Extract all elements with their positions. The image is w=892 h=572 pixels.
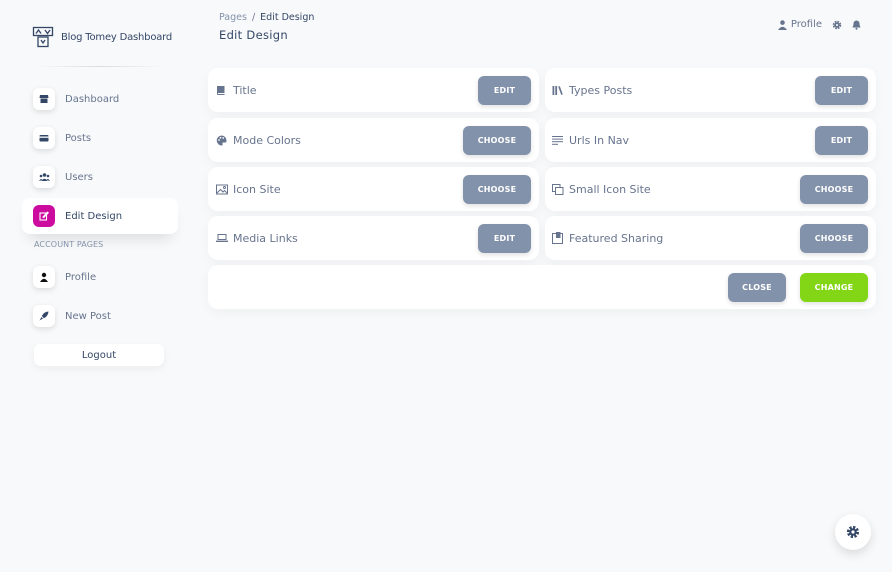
setting-label: Mode Colors	[216, 134, 301, 147]
sidebar-nav: Dashboard Posts Users Edit Design ACCOUN…	[22, 81, 178, 334]
setting-label-text: Icon Site	[233, 182, 281, 196]
page-title: Edit Design	[219, 28, 288, 42]
setting-card-small-icon-site: Small Icon Site CHOOSE	[545, 167, 876, 211]
sidebar-item-edit-design[interactable]: Edit Design	[22, 198, 178, 234]
setting-card-featured-sharing: Featured Sharing CHOOSE	[545, 216, 876, 260]
profile-link[interactable]: Profile	[777, 19, 822, 30]
sidebar-item-label: Edit Design	[65, 210, 123, 222]
setting-label: Title	[216, 84, 257, 97]
edit-media-links-button[interactable]: EDIT	[478, 223, 531, 253]
sidebar-item-new-post[interactable]: New Post	[22, 298, 178, 334]
setting-label-text: Title	[233, 83, 257, 97]
choose-mode-colors-button[interactable]: CHOOSE	[463, 125, 531, 155]
close-button[interactable]: CLOSE	[728, 272, 786, 302]
users-icon	[33, 166, 55, 188]
section-title: ACCOUNT PAGES	[34, 240, 104, 249]
edit-icon	[33, 205, 55, 227]
sidebar-item-dashboard[interactable]: Dashboard	[22, 81, 178, 117]
divider	[36, 66, 164, 67]
logout-button[interactable]: Logout	[34, 344, 164, 366]
setting-label-text: Mode Colors	[233, 133, 301, 147]
sidebar-item-label: Dashboard	[65, 93, 120, 105]
setting-card-types-posts: Types Posts EDIT	[545, 68, 876, 112]
sidebar-item-profile[interactable]: Profile	[22, 259, 178, 295]
breadcrumb-separator: /	[251, 12, 256, 23]
setting-label: Icon Site	[216, 183, 281, 196]
shop-icon	[33, 88, 55, 110]
setting-label-text: Urls In Nav	[569, 133, 630, 147]
gear-icon[interactable]	[832, 20, 842, 30]
share-board-icon	[552, 232, 566, 244]
copy-icon	[552, 183, 566, 195]
sidebar-item-label: Profile	[65, 271, 97, 283]
setting-label-text: Types Posts	[569, 83, 633, 97]
sidebar-item-label: Posts	[65, 132, 92, 144]
breadcrumb-current: Edit Design	[260, 12, 315, 23]
breadcrumb: Pages / Edit Design	[219, 12, 314, 23]
breadcrumb-root[interactable]: Pages	[219, 12, 247, 23]
setting-card-title: Title EDIT	[208, 68, 539, 112]
edit-types-posts-button[interactable]: EDIT	[815, 75, 868, 105]
setting-label-text: Media Links	[233, 231, 298, 245]
image-icon	[216, 184, 230, 195]
text-lines-icon	[552, 135, 566, 145]
user-icon	[777, 19, 787, 30]
choose-icon-site-button[interactable]: CHOOSE	[463, 174, 531, 204]
action-bar: CLOSE CHANGE	[208, 265, 876, 309]
setting-label: Small Icon Site	[552, 183, 651, 196]
change-button[interactable]: CHANGE	[800, 272, 868, 302]
top-nav-actions: Profile	[777, 19, 861, 30]
sidebar-item-users[interactable]: Users	[22, 159, 178, 195]
sidebar: Blog Tomey Dashboard Dashboard Posts Use…	[22, 14, 178, 366]
brand-name: Blog Tomey Dashboard	[61, 31, 173, 43]
credit-card-icon	[33, 127, 55, 149]
logo-icon	[32, 26, 54, 48]
edit-urls-in-nav-button[interactable]: EDIT	[815, 125, 868, 155]
setting-label: Urls In Nav	[552, 134, 629, 147]
edit-title-button[interactable]: EDIT	[478, 75, 531, 105]
setting-label-text: Featured Sharing	[569, 231, 664, 245]
laptop-icon	[216, 233, 230, 243]
gear-icon	[846, 525, 860, 539]
sidebar-item-label: New Post	[65, 310, 111, 322]
bell-icon[interactable]	[852, 20, 861, 30]
setting-label-text: Small Icon Site	[569, 182, 651, 196]
library-icon	[552, 85, 566, 96]
choose-featured-sharing-button[interactable]: CHOOSE	[800, 223, 868, 253]
choose-small-icon-site-button[interactable]: CHOOSE	[800, 174, 868, 204]
setting-label: Types Posts	[552, 84, 632, 97]
user-icon	[33, 266, 55, 288]
setting-card-urls-in-nav: Urls In Nav EDIT	[545, 118, 876, 162]
book-icon	[216, 85, 230, 96]
setting-card-icon-site: Icon Site CHOOSE	[208, 167, 539, 211]
setting-card-mode-colors: Mode Colors CHOOSE	[208, 118, 539, 162]
setting-label: Featured Sharing	[552, 232, 663, 245]
brand[interactable]: Blog Tomey Dashboard	[22, 14, 178, 60]
settings-fab-button[interactable]	[835, 514, 871, 550]
sidebar-item-posts[interactable]: Posts	[22, 120, 178, 156]
rocket-icon	[33, 305, 55, 327]
profile-label: Profile	[790, 19, 822, 30]
palette-icon	[216, 135, 230, 146]
setting-card-media-links: Media Links EDIT	[208, 216, 539, 260]
sidebar-item-label: Users	[65, 171, 94, 183]
setting-label: Media Links	[216, 232, 298, 245]
